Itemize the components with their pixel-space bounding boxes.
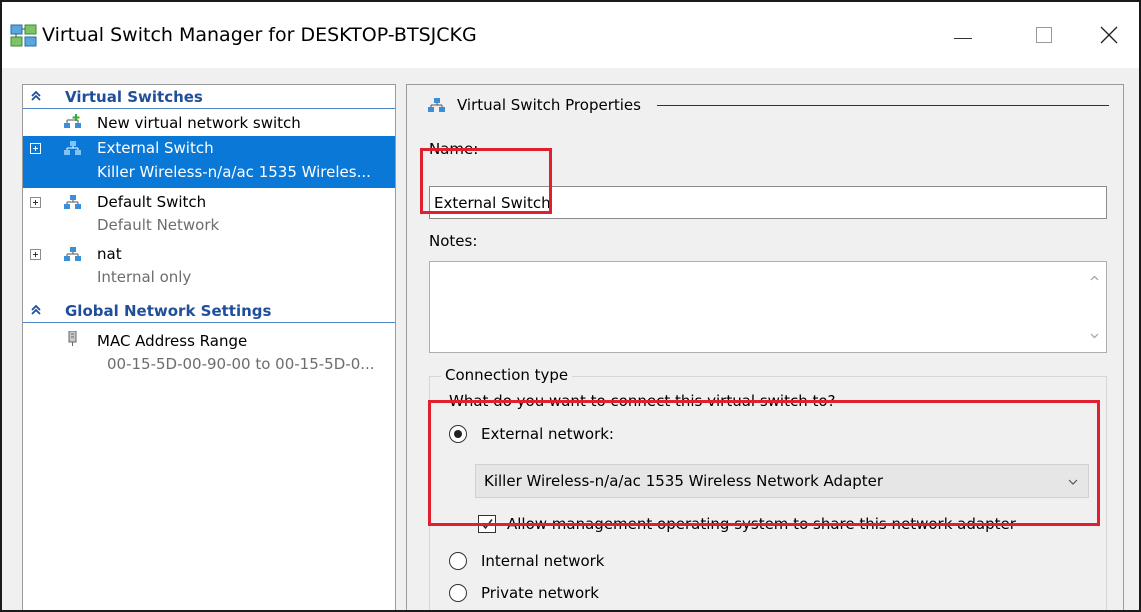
external-network-label: External network: — [481, 425, 614, 443]
close-button[interactable] — [1080, 10, 1138, 60]
network-switch-icon — [64, 195, 81, 209]
expand-icon[interactable] — [30, 197, 41, 208]
client-area: Virtual Switches New virtual network swi… — [2, 68, 1139, 610]
tree-item-external-switch[interactable]: External Switch Killer Wireless-n/a/ac 1… — [23, 136, 395, 188]
global-network-settings-title: Global Network Settings — [65, 302, 272, 320]
switch-properties-pane: Virtual Switch Properties Name: External… — [406, 84, 1124, 610]
internal-network-label: Internal network — [481, 552, 605, 570]
global-network-settings-section-header[interactable]: Global Network Settings — [23, 299, 395, 323]
switch-name: External Switch — [97, 139, 214, 157]
name-field[interactable]: External Switch — [429, 186, 1107, 219]
close-icon — [1100, 26, 1118, 44]
private-network-radio[interactable] — [449, 584, 467, 602]
new-switch-icon — [64, 114, 81, 128]
minimize-button[interactable] — [934, 10, 992, 60]
mac-range-label: MAC Address Range — [97, 332, 248, 350]
network-switch-icon — [428, 98, 445, 112]
scroll-up-icon[interactable] — [1090, 274, 1099, 283]
navigation-tree: Virtual Switches New virtual network swi… — [22, 84, 396, 610]
new-virtual-switch-item[interactable]: New virtual network switch — [23, 111, 395, 135]
tree-item-default-switch[interactable]: Default Switch Default Network — [23, 190, 395, 240]
notes-label: Notes: — [429, 232, 478, 250]
switch-name: Default Switch — [97, 193, 207, 211]
checkmark-icon — [481, 519, 493, 530]
private-network-label: Private network — [481, 584, 599, 602]
group-divider — [657, 105, 1109, 106]
virtual-switch-manager-window: Virtual Switch Manager for DESKTOP-BTSJC… — [0, 0, 1141, 612]
chevron-down-icon — [1068, 479, 1078, 485]
name-label: Name: — [429, 140, 479, 158]
switch-detail: Internal only — [97, 268, 192, 286]
collapse-chevron-icon — [31, 304, 41, 315]
window-title: Virtual Switch Manager for DESKTOP-BTSJC… — [42, 24, 477, 46]
new-switch-label: New virtual network switch — [97, 114, 301, 132]
network-switch-icon — [64, 141, 81, 155]
connection-question: What do you want to connect this virtual… — [449, 392, 836, 410]
allow-management-label: Allow management operating system to sha… — [507, 515, 1016, 533]
allow-management-checkbox[interactable] — [478, 515, 496, 533]
notes-field[interactable] — [429, 261, 1107, 353]
mac-range-detail: 00-15-5D-00-90-00 to 00-15-5D-0... — [107, 355, 375, 373]
external-network-radio[interactable] — [449, 425, 467, 443]
maximize-button[interactable] — [1014, 10, 1072, 60]
properties-group-title: Virtual Switch Properties — [457, 96, 641, 114]
switch-detail: Default Network — [97, 216, 220, 234]
virtual-switches-section-header[interactable]: Virtual Switches — [23, 85, 395, 109]
tree-item-nat[interactable]: nat Internal only — [23, 242, 395, 292]
title-bar[interactable]: Virtual Switch Manager for DESKTOP-BTSJC… — [2, 2, 1139, 68]
expand-icon[interactable] — [30, 249, 41, 260]
switch-name: nat — [97, 245, 122, 263]
expand-icon[interactable] — [30, 143, 41, 154]
network-adapter-select[interactable]: Killer Wireless-n/a/ac 1535 Wireless Net… — [475, 464, 1089, 498]
virtual-switches-title: Virtual Switches — [65, 88, 203, 106]
adapter-selected-value: Killer Wireless-n/a/ac 1535 Wireless Net… — [484, 472, 884, 490]
collapse-chevron-icon — [31, 90, 41, 101]
internal-network-radio[interactable] — [449, 552, 467, 570]
scroll-down-icon[interactable] — [1090, 331, 1099, 340]
switch-detail: Killer Wireless-n/a/ac 1535 Wireles... — [97, 163, 371, 181]
mac-address-icon — [68, 331, 77, 346]
connection-type-label: Connection type — [441, 365, 573, 385]
virtual-switch-manager-icon — [10, 24, 37, 47]
network-switch-icon — [64, 247, 81, 261]
tree-item-mac-address-range[interactable]: MAC Address Range 00-15-5D-00-90-00 to 0… — [23, 329, 395, 379]
